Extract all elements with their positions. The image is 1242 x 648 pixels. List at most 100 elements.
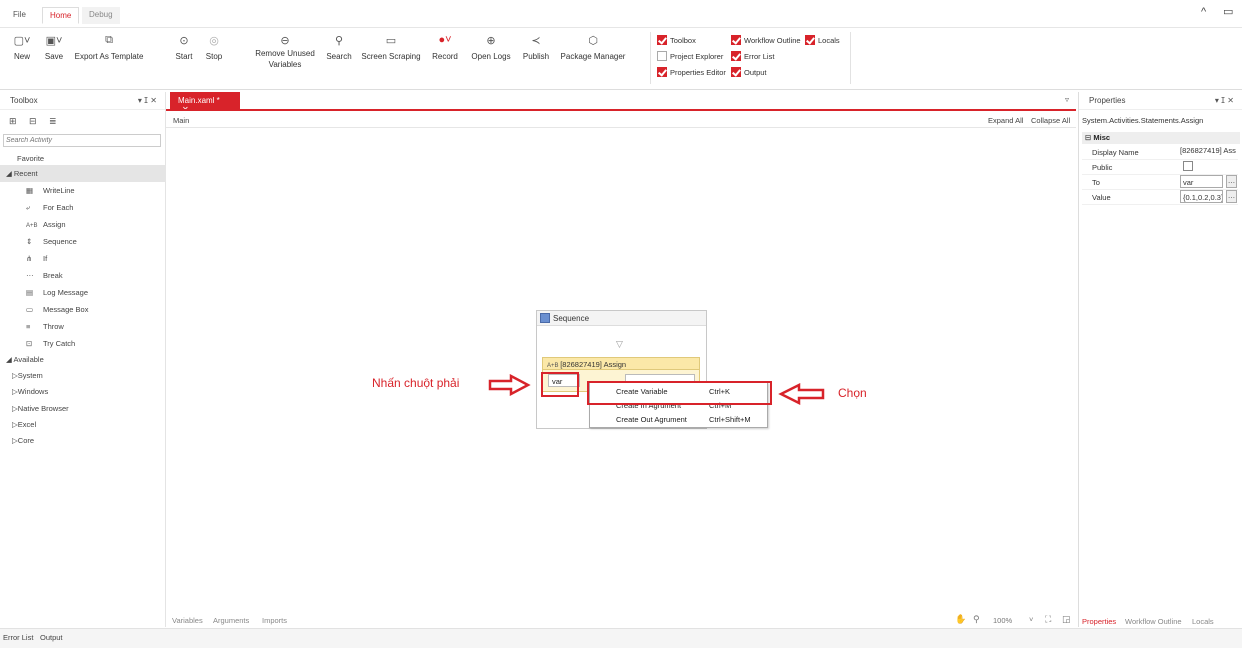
toolbox-item-throw[interactable]: ≡ Throw: [0, 318, 166, 335]
publish-button[interactable]: ≺ Publish: [520, 30, 552, 61]
property-row-public: Public: [1082, 159, 1238, 175]
toolbox-group-windows[interactable]: ▷Windows: [0, 383, 166, 400]
writeline-icon: ▦: [26, 186, 34, 195]
zoom-dropdown-icon[interactable]: ˅: [1029, 615, 1033, 624]
open-logs-button[interactable]: ⊕ Open Logs: [469, 30, 513, 61]
drop-arrow-icon: ▽: [616, 339, 623, 349]
project-explorer-checkbox[interactable]: Project Explorer: [657, 51, 723, 61]
ribbon-divider: [850, 32, 851, 84]
properties-type-name: System.Activities.Statements.Assign: [1082, 116, 1204, 125]
toolbox-item-sequence[interactable]: ⇕ Sequence: [0, 233, 166, 250]
log-message-icon: ▤: [26, 288, 34, 297]
overview-icon[interactable]: ◲: [1062, 614, 1071, 625]
annotation-box-create-variable: [587, 381, 772, 405]
tab-home[interactable]: Home: [42, 7, 80, 24]
public-checkbox[interactable]: [1183, 161, 1193, 171]
stop-button[interactable]: ◎ Stop: [203, 30, 225, 61]
expanded-triangle-icon: ◢: [6, 169, 14, 178]
save-button[interactable]: ▣˅ Save: [42, 30, 66, 61]
toolbox-item-break[interactable]: ⋯ Break: [0, 267, 166, 284]
tab-workflow-outline[interactable]: Workflow Outline: [1125, 617, 1182, 626]
properties-header: Properties ▾ ⵊ ✕: [1079, 92, 1242, 110]
document-tab-main[interactable]: Main.xaml * ✕: [170, 92, 240, 114]
hand-pan-icon[interactable]: ✋: [955, 614, 966, 625]
to-field[interactable]: var: [1180, 175, 1223, 188]
collapse-all-link[interactable]: Collapse All: [1031, 116, 1070, 125]
break-icon: ⋯: [26, 271, 34, 280]
search-activity-input[interactable]: [3, 134, 161, 147]
property-row-to: To var …: [1082, 174, 1238, 190]
menu-item-create-out-argument[interactable]: Create Out Agrument Ctrl+Shift+M: [590, 413, 767, 427]
designer-tab-variables[interactable]: Variables: [172, 616, 203, 625]
layout-icon[interactable]: ▭: [1223, 5, 1233, 18]
record-icon: ●˅: [438, 34, 452, 46]
collapse-ribbon-icon[interactable]: ^: [1201, 6, 1206, 18]
expand-all-icon[interactable]: ⊞: [9, 116, 17, 127]
tab-debug[interactable]: Debug: [82, 7, 120, 24]
ribbon: ▢˅ New ▣˅ Save ⧉ Export As Template ⊙ St…: [0, 28, 1242, 90]
designer-tab-arguments[interactable]: Arguments: [213, 616, 249, 625]
arrow-left-icon: [778, 383, 825, 405]
pin-close-icon[interactable]: ▾ ⵊ ✕: [138, 96, 157, 105]
toolbox-header: Toolbox ▾ ⵊ ✕: [0, 92, 165, 110]
collapse-all-icon[interactable]: ⊟: [29, 116, 37, 127]
toolbox-panel: Toolbox ▾ ⵊ ✕ ⊞ ⊟ ≣ Favorite ◢ Recent ▦W…: [0, 92, 166, 627]
play-icon: ⊙: [179, 35, 189, 47]
ribbon-divider: [650, 32, 651, 84]
foreach-icon: ⤶: [26, 203, 31, 212]
remove-unused-variables-button[interactable]: ⊖ Remove Unused Variables: [254, 30, 316, 69]
tab-underline: [166, 109, 1076, 111]
workflow-outline-checkbox[interactable]: Workflow Outline: [731, 35, 801, 45]
fit-screen-icon[interactable]: ⛶: [1045, 614, 1051, 625]
tab-locals[interactable]: Locals: [1192, 617, 1214, 626]
error-list-checkbox[interactable]: Error List: [731, 51, 774, 61]
toolbox-group-core[interactable]: ▷Core: [0, 432, 166, 449]
display-name-field[interactable]: [826827419] Ass: [1180, 146, 1238, 158]
toolbox-item-writeline[interactable]: ▦ WriteLine: [0, 182, 166, 199]
toolbox-recent-group[interactable]: ◢ Recent: [0, 165, 166, 182]
ellipsis-button[interactable]: …: [1226, 175, 1237, 188]
toolbox-item-trycatch[interactable]: ⊡ Try Catch: [0, 335, 166, 352]
assign-icon: A+B: [547, 363, 561, 369]
tab-file[interactable]: File: [6, 7, 33, 24]
assign-activity-header[interactable]: A+B [826827419] Assign: [542, 357, 700, 370]
toolbox-group-native-browser[interactable]: ▷Native Browser: [0, 400, 166, 417]
annotation-choose-text: Chọn: [838, 386, 867, 400]
new-button[interactable]: ▢˅ New: [10, 30, 34, 61]
pin-close-icon[interactable]: ▾ ⵊ ✕: [1215, 96, 1234, 105]
package-manager-button[interactable]: ⬡ Package Manager: [560, 30, 626, 61]
toolbox-item-logmessage[interactable]: ▤ Log Message: [0, 284, 166, 301]
list-view-icon[interactable]: ≣: [49, 116, 57, 127]
tab-dropdown-icon[interactable]: ▿: [1065, 95, 1069, 104]
expand-all-link[interactable]: Expand All: [988, 116, 1023, 125]
save-icon: ▣˅: [45, 35, 63, 47]
zoom-icon[interactable]: ⚲: [973, 614, 980, 625]
tab-error-list[interactable]: Error List: [3, 633, 33, 642]
output-checkbox[interactable]: Output: [731, 67, 767, 77]
toolbox-group-system[interactable]: ▷System: [0, 367, 166, 384]
designer-tab-imports[interactable]: Imports: [262, 616, 287, 625]
zoom-level[interactable]: 100%: [993, 616, 1012, 625]
screen-scraping-button[interactable]: ▭ Screen Scraping: [361, 30, 421, 61]
search-button[interactable]: ⚲ Search: [324, 30, 354, 61]
toolbox-item-messagebox[interactable]: ▭ Message Box: [0, 301, 166, 318]
breadcrumb-main[interactable]: Main: [173, 116, 189, 125]
export-template-button[interactable]: ⧉ Export As Template: [74, 30, 144, 61]
tab-output[interactable]: Output: [40, 633, 63, 642]
toolbox-checkbox[interactable]: Toolbox: [657, 35, 696, 45]
properties-section-misc[interactable]: ⊟ Misc: [1082, 132, 1240, 144]
record-button[interactable]: ●˅ Record: [429, 30, 461, 61]
toolbox-item-foreach[interactable]: ⤶ For Each: [0, 199, 166, 216]
annotation-right-click-text: Nhấn chuột phải: [372, 376, 460, 390]
tab-properties[interactable]: Properties: [1082, 617, 1116, 626]
ellipsis-button[interactable]: …: [1226, 190, 1237, 203]
properties-editor-checkbox[interactable]: Properties Editor: [657, 67, 726, 77]
toolbox-item-if[interactable]: ⋔ If: [0, 250, 166, 267]
start-button[interactable]: ⊙ Start: [173, 30, 195, 61]
sequence-header: Sequence: [537, 311, 706, 326]
locals-checkbox[interactable]: Locals: [805, 35, 840, 45]
toolbox-item-assign[interactable]: A+B Assign: [0, 216, 166, 233]
toolbox-group-excel[interactable]: ▷Excel: [0, 416, 166, 433]
value-field[interactable]: {0.1,0.2,0.3}: [1180, 190, 1223, 203]
toolbox-available-group[interactable]: ◢ Available: [0, 351, 166, 368]
